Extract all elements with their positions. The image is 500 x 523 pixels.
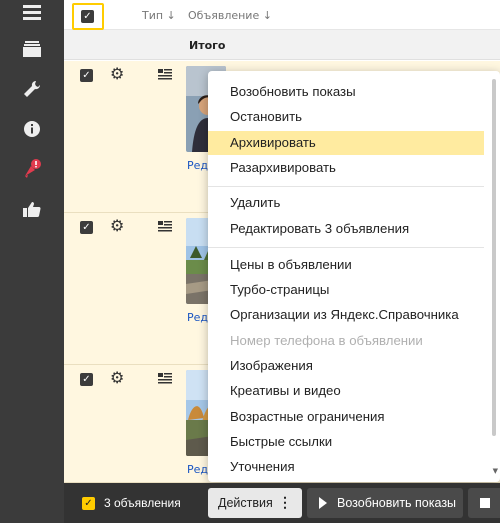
layers-icon[interactable]: [20, 37, 44, 61]
menu-item-stop[interactable]: Остановить: [208, 105, 484, 129]
scroll-down-arrow-icon[interactable]: ▼: [493, 467, 498, 475]
selected-checkbox[interactable]: ✓: [82, 497, 95, 510]
actions-button[interactable]: Действия ⋮: [208, 488, 302, 518]
menu-scrollbar[interactable]: [492, 79, 496, 436]
stop-icon: [480, 498, 490, 508]
check-icon: ✓: [81, 10, 94, 23]
actions-button-label: Действия: [218, 496, 273, 510]
menu-divider: [208, 186, 484, 187]
left-sidebar: [0, 0, 64, 523]
totals-label: Итого: [189, 39, 226, 52]
menu-item-unarchive[interactable]: Разархивировать: [208, 156, 484, 180]
info-icon[interactable]: [20, 117, 44, 141]
select-all-checkbox[interactable]: ✓: [72, 3, 104, 30]
menu-item-archive[interactable]: Архивировать: [208, 131, 484, 155]
totals-row: Итого: [64, 30, 500, 60]
edit-link[interactable]: Ред: [187, 463, 208, 476]
text-image-ad-icon: [158, 373, 172, 384]
menu-divider: [208, 247, 484, 248]
edit-link[interactable]: Ред: [187, 311, 208, 324]
edit-link[interactable]: Ред: [187, 159, 208, 172]
text-image-ad-icon: [158, 221, 172, 232]
row-checkbox[interactable]: ✓: [80, 221, 93, 234]
rocket-notification-icon[interactable]: [20, 157, 44, 181]
more-vertical-icon: ⋮: [278, 494, 292, 510]
row-checkbox[interactable]: ✓: [80, 373, 93, 386]
table-header: ✓ Тип ↓ Объявление ↓: [64, 0, 500, 30]
column-header-ad[interactable]: Объявление ↓: [188, 9, 272, 22]
stop-button[interactable]: [468, 488, 500, 518]
menu-item-creatives-video[interactable]: Креативы и видео: [208, 379, 484, 403]
menu-icon[interactable]: [20, 0, 44, 24]
menu-item-phone-number: Номер телефона в объявлении: [230, 333, 423, 348]
menu-item-quick-links[interactable]: Быстрые ссылки: [208, 430, 484, 454]
menu-item-prices[interactable]: Цены в объявлении: [208, 253, 484, 277]
wrench-icon[interactable]: [20, 77, 44, 101]
menu-item-callouts[interactable]: Уточнения: [208, 455, 484, 479]
resume-button[interactable]: Возобновить показы: [307, 488, 463, 518]
menu-item-edit-ads[interactable]: Редактировать 3 объявления: [208, 217, 484, 241]
menu-item-age-restrictions[interactable]: Возрастные ограничения: [208, 405, 484, 429]
play-icon: [319, 497, 327, 509]
thumbs-up-icon[interactable]: [20, 197, 44, 221]
menu-item-organizations[interactable]: Организации из Яндекс.Справочника: [208, 303, 484, 327]
column-header-type[interactable]: Тип ↓: [142, 9, 176, 22]
gear-icon[interactable]: ⚙: [110, 370, 124, 386]
resume-button-label: Возобновить показы: [337, 496, 457, 510]
menu-item-delete[interactable]: Удалить: [208, 191, 484, 215]
bottom-action-bar: ✓ 3 объявления Действия ⋮ Возобновить по…: [64, 483, 500, 523]
menu-item-images[interactable]: Изображения: [208, 354, 484, 378]
menu-item-resume[interactable]: Возобновить показы: [208, 80, 484, 104]
gear-icon[interactable]: ⚙: [110, 66, 124, 82]
row-checkbox[interactable]: ✓: [80, 69, 93, 82]
menu-item-turbo-pages[interactable]: Турбо-страницы: [208, 278, 484, 302]
text-image-ad-icon: [158, 69, 172, 80]
gear-icon[interactable]: ⚙: [110, 218, 124, 234]
selected-count: 3 объявления: [104, 496, 181, 510]
actions-dropdown-menu: Возобновить показы Остановить Архивирова…: [208, 71, 500, 482]
